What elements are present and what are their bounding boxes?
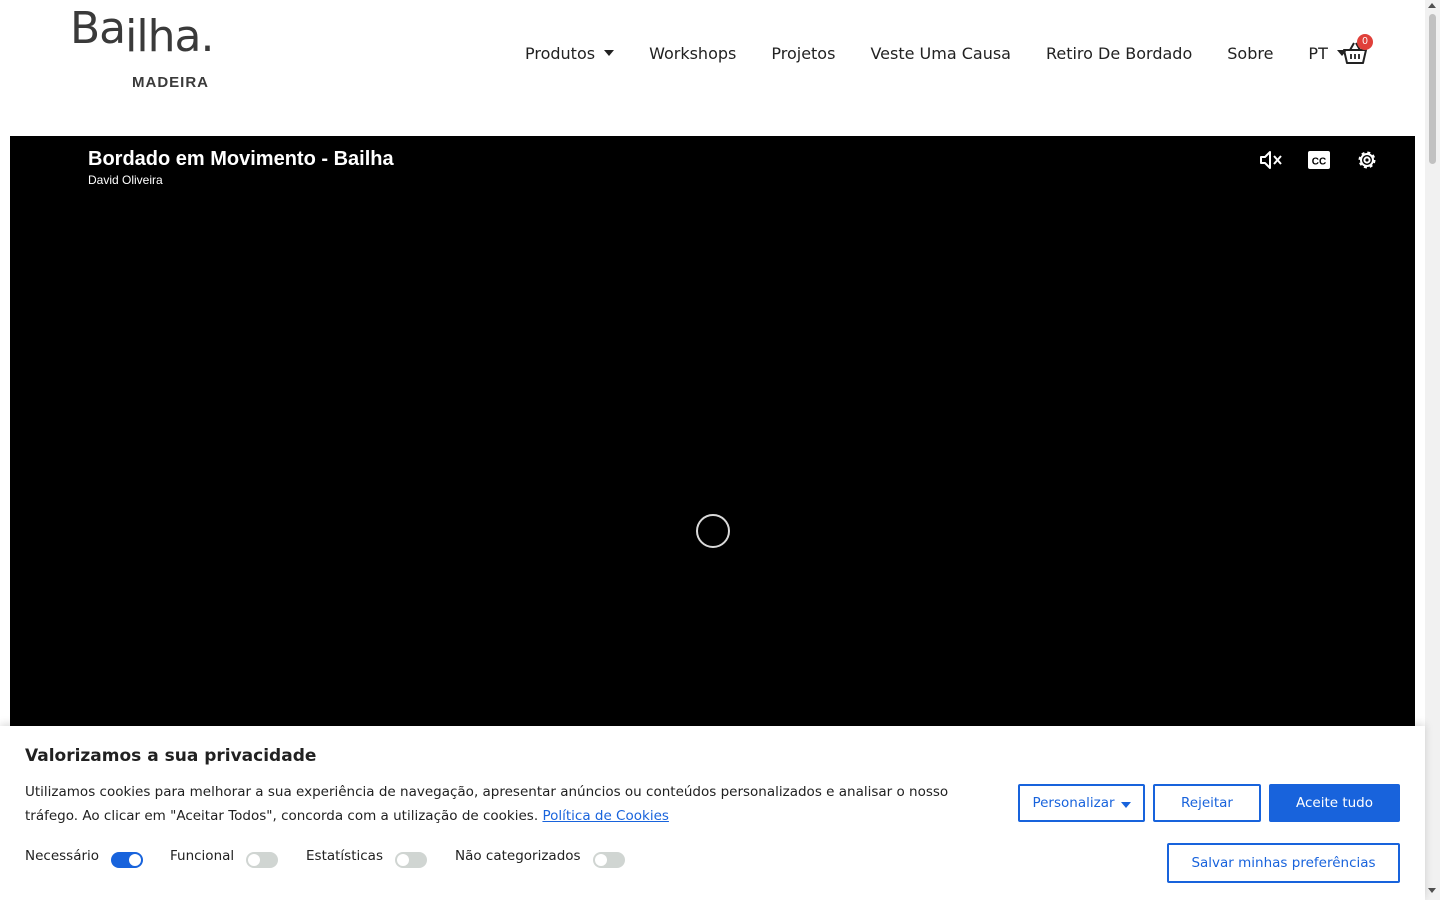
- video-author[interactable]: David Oliveira: [88, 173, 163, 187]
- category-funcional: Funcional: [170, 844, 279, 868]
- category-necessario: Necessário: [25, 844, 144, 868]
- logo-subtitle: MADEIRA: [132, 74, 209, 91]
- save-preferences-button[interactable]: Salvar minhas preferências: [1167, 843, 1400, 883]
- scrollbar-thumb[interactable]: [1429, 14, 1436, 164]
- page-scrollbar[interactable]: [1425, 0, 1440, 900]
- bailha-logo[interactable]: Bailha. MADEIRA: [70, 3, 240, 102]
- toggle-necessario[interactable]: [111, 852, 144, 868]
- video-player[interactable]: Bordado em Movimento - Bailha David Oliv…: [10, 136, 1415, 736]
- nav-item-sobre[interactable]: Sobre: [1227, 44, 1273, 63]
- nav-item-workshops[interactable]: Workshops: [649, 44, 736, 63]
- cookie-policy-link[interactable]: Política de Cookies: [542, 808, 668, 824]
- category-estatisticas: Estatísticas: [306, 844, 427, 868]
- category-nao-categorizados: Não categorizados: [455, 844, 625, 868]
- video-title[interactable]: Bordado em Movimento - Bailha: [88, 148, 394, 171]
- site-header: Bailha. MADEIRA Produtos Workshops Proje…: [0, 0, 1425, 136]
- loading-spinner: [696, 514, 730, 548]
- scroll-down-arrow-icon[interactable]: [1428, 888, 1436, 893]
- nav-item-retiro-de-bordado[interactable]: Retiro De Bordado: [1046, 44, 1192, 63]
- settings-gear-icon[interactable]: [1354, 148, 1380, 172]
- chevron-down-icon: [1120, 801, 1131, 808]
- cookie-banner-title: Valorizamos a sua privacidade: [25, 746, 317, 766]
- nav-item-produtos[interactable]: Produtos: [525, 44, 615, 63]
- cookie-banner-text: Utilizamos cookies para melhorar a sua e…: [25, 784, 949, 824]
- mute-icon[interactable]: [1258, 148, 1284, 172]
- chevron-down-icon: [604, 50, 615, 56]
- customize-button[interactable]: Personalizar: [1018, 784, 1145, 822]
- cookie-consent-banner: Valorizamos a sua privacidade Utilizamos…: [0, 726, 1425, 900]
- language-selector[interactable]: PT: [1308, 44, 1347, 63]
- cart-count-badge: 0: [1357, 34, 1373, 50]
- nav-item-veste-uma-causa[interactable]: Veste Uma Causa: [870, 44, 1011, 63]
- main-nav: Produtos Workshops Projetos Veste Uma Ca…: [525, 40, 1382, 66]
- svg-text:CC: CC: [1312, 157, 1326, 168]
- toggle-nao-categorizados[interactable]: [592, 852, 625, 868]
- nav-item-projetos[interactable]: Projetos: [771, 44, 835, 63]
- scroll-up-arrow-icon[interactable]: [1428, 3, 1436, 8]
- closed-captions-icon[interactable]: CC: [1306, 148, 1332, 172]
- accept-all-button[interactable]: Aceite tudo: [1269, 784, 1400, 822]
- toggle-funcional[interactable]: [246, 852, 279, 868]
- reject-button[interactable]: Rejeitar: [1153, 784, 1261, 822]
- logo-wordmark: Bailha.: [70, 3, 214, 62]
- toggle-estatisticas[interactable]: [394, 852, 427, 868]
